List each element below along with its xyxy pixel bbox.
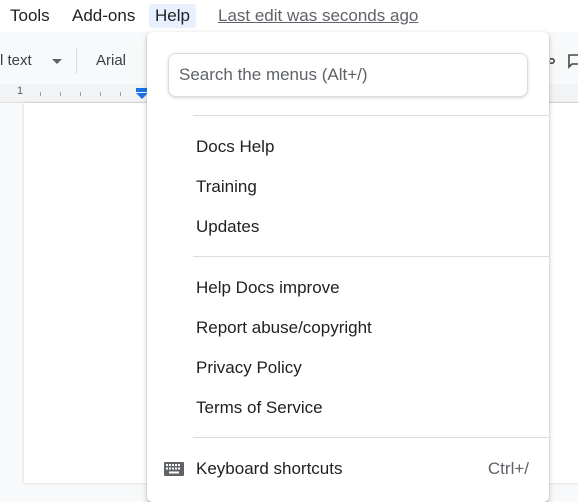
paragraph-style-select[interactable]: l text <box>0 50 32 72</box>
menu-search-box[interactable] <box>168 53 528 97</box>
menu-item-shortcut: Ctrl+/ <box>487 459 529 478</box>
ruler-number: 1 <box>17 85 24 97</box>
comment-icon[interactable] <box>566 52 578 70</box>
menu-search-input[interactable] <box>179 54 519 96</box>
menu-item-label: Terms of Service <box>196 398 323 417</box>
menu-item-updates[interactable]: Updates <box>147 209 549 245</box>
menu-item-report-abuse[interactable]: Report abuse/copyright <box>147 310 549 346</box>
menu-help[interactable]: Help <box>149 4 196 28</box>
menu-item-label: Help Docs improve <box>196 278 340 297</box>
menu-item-help-docs-improve[interactable]: Help Docs improve <box>147 270 549 306</box>
ruler-tick <box>60 92 61 96</box>
menu-item-label: Updates <box>196 217 260 236</box>
last-edit-link[interactable]: Last edit was seconds ago <box>218 4 418 28</box>
font-select[interactable]: Arial <box>96 50 126 72</box>
menu-item-label: Privacy Policy <box>196 358 302 377</box>
menu-item-docs-help[interactable]: Docs Help <box>147 129 549 165</box>
menu-item-label: Report abuse/copyright <box>196 318 372 337</box>
chevron-down-icon[interactable] <box>52 59 62 64</box>
menu-divider <box>193 256 549 257</box>
menu-tools[interactable]: Tools <box>4 4 56 28</box>
ruler-tick <box>100 92 101 96</box>
menu-divider <box>193 115 549 116</box>
menu-item-label: Training <box>196 177 257 196</box>
menu-item-training[interactable]: Training <box>147 169 549 205</box>
menu-item-privacy-policy[interactable]: Privacy Policy <box>147 350 549 386</box>
menu-item-label: Keyboard shortcuts <box>196 459 343 478</box>
menubar: Tools Add-ons Help Last edit was seconds… <box>0 0 578 32</box>
menu-item-terms-of-service[interactable]: Terms of Service <box>147 390 549 426</box>
keyboard-icon <box>164 462 184 476</box>
menu-add-ons[interactable]: Add-ons <box>66 4 141 28</box>
ruler-tick <box>120 92 121 96</box>
ruler-tick <box>80 92 81 96</box>
ruler-tick <box>40 92 41 96</box>
help-menu-dropdown: Docs Help Training Updates Help Docs imp… <box>147 32 549 502</box>
menu-item-label: Docs Help <box>196 137 275 156</box>
menu-item-keyboard-shortcuts[interactable]: Keyboard shortcuts Ctrl+/ <box>147 451 549 487</box>
menu-divider <box>193 437 549 438</box>
toolbar-divider <box>76 48 77 74</box>
